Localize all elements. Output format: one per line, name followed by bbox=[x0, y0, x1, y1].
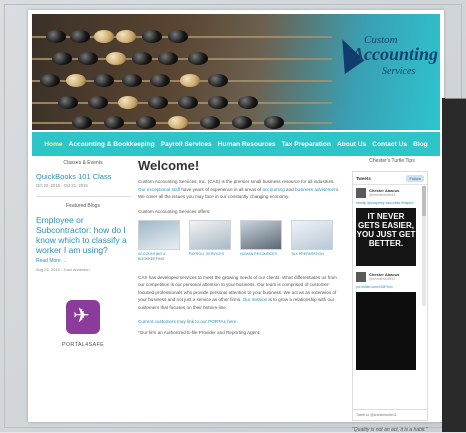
header-banner: Custom Accounting Services bbox=[32, 14, 440, 130]
tweet-link[interactable]: #taxtip #prosperity #success #inspire bbox=[353, 201, 427, 205]
service-image bbox=[240, 219, 282, 250]
right-sidebar: Chester's Turtle Tips Tweets Follow Ches… bbox=[352, 158, 432, 433]
blog-post-link[interactable]: Employee or Subcontractor: how do I know… bbox=[36, 215, 130, 255]
event-link[interactable]: QuickBooks 101 Class bbox=[36, 172, 130, 181]
quote-text: "Quality is not an act, it is a habit." bbox=[352, 427, 428, 433]
twitter-widget: Tweets Follow Chester Abacus @chestertur… bbox=[352, 171, 428, 421]
service-label: TAX PREPARATION bbox=[291, 251, 324, 256]
mission-link[interactable]: Our mission bbox=[243, 297, 268, 302]
portal-link[interactable]: Current customers may link to our PORTAL… bbox=[138, 319, 340, 324]
intro-text: and bbox=[284, 186, 295, 192]
logo-line-2: Accounting bbox=[352, 44, 439, 64]
scrollbar[interactable] bbox=[422, 186, 426, 306]
avatar[interactable] bbox=[356, 272, 366, 282]
tweet-author: Chester Abacus @chesterturtle11 bbox=[353, 185, 427, 201]
service-label: ACCOUNTING & BOOKKEEPING bbox=[138, 251, 166, 261]
services-row: ACCOUNTING & BOOKKEEPING PAYROLL SERVICE… bbox=[138, 219, 340, 262]
company-logo[interactable]: Custom Accounting Services bbox=[327, 32, 438, 88]
tweet-image[interactable]: IT NEVER GETS EASIER, YOU JUST GET BETTE… bbox=[356, 208, 416, 266]
intro-text: Custom Accounting Services, Inc. (CAS) i… bbox=[138, 179, 335, 184]
tweet-image[interactable] bbox=[356, 292, 416, 370]
blogs-heading: Featured Blogs bbox=[66, 203, 100, 209]
main-nav: Home Accounting & Bookkeeping Payroll Se… bbox=[32, 132, 440, 156]
events-heading: Classes & Events bbox=[63, 160, 103, 166]
nav-blog[interactable]: Blog bbox=[413, 141, 428, 148]
nav-human-resources[interactable]: Human Resources bbox=[218, 141, 276, 148]
accounting-link[interactable]: accounting bbox=[263, 187, 285, 192]
business-advisement-link[interactable]: business advisement bbox=[295, 187, 338, 192]
read-more-link[interactable]: Read More → bbox=[36, 258, 130, 264]
tweet-author: Chester Abacus @chesterturtle11 bbox=[353, 269, 427, 285]
service-payroll[interactable]: PAYROLL SERVICES bbox=[189, 219, 234, 262]
avatar[interactable] bbox=[356, 188, 366, 198]
divider bbox=[36, 196, 130, 197]
event-date: Oct 20, 2015 - Oct 21, 2015 bbox=[36, 183, 88, 188]
service-label: HUMAN RESOURCES bbox=[240, 251, 277, 256]
nav-tax-preparation[interactable]: Tax Preparation bbox=[282, 141, 331, 148]
intro-text: have years of experience in all areas of bbox=[180, 186, 263, 192]
main-content: Welcome! Custom Accounting Services, Inc… bbox=[138, 158, 340, 335]
nav-accounting[interactable]: Accounting & Bookkeeping bbox=[69, 141, 155, 148]
nav-payroll[interactable]: Payroll Services bbox=[161, 141, 212, 148]
nav-contact-us[interactable]: Contact Us bbox=[372, 141, 407, 148]
logo-line-3: Services bbox=[382, 66, 416, 77]
tweet-link[interactable]: pic.twitter.com/N3lPhoo bbox=[353, 285, 427, 289]
service-accounting[interactable]: ACCOUNTING & BOOKKEEPING bbox=[138, 219, 183, 262]
service-image bbox=[189, 219, 231, 250]
service-label: PAYROLL SERVICES bbox=[189, 251, 225, 256]
service-image bbox=[291, 219, 333, 250]
intro-paragraph: Custom Accounting Services, Inc. (CAS) i… bbox=[138, 178, 340, 201]
service-human-resources[interactable]: HUMAN RESOURCES bbox=[240, 219, 285, 262]
overlay-window[interactable] bbox=[442, 98, 466, 432]
tweet-user-handle[interactable]: @chesterturtle11 bbox=[369, 193, 399, 197]
staff-link[interactable]: Our exceptional staff bbox=[138, 187, 180, 192]
turtle-tips-heading: Chester's Turtle Tips bbox=[369, 158, 415, 164]
left-sidebar: Classes & Events QuickBooks 101 Class Oc… bbox=[36, 160, 130, 348]
page-title: Welcome! bbox=[138, 158, 200, 173]
offers-label: Custom Accounting Services offers: bbox=[138, 208, 211, 214]
twitter-title: Tweets bbox=[356, 175, 371, 181]
portal-name: PORTAL4SAFE bbox=[61, 342, 105, 348]
about-paragraph: CAS has developed services to meet the g… bbox=[138, 274, 340, 312]
twitter-header: Tweets Follow bbox=[353, 172, 427, 185]
blog-meta: Aug 26, 2015 · Josh Anneston bbox=[36, 267, 90, 272]
nav-about-us[interactable]: About Us bbox=[337, 141, 366, 148]
tweet-user-handle[interactable]: @chesterturtle11 bbox=[369, 277, 399, 281]
service-image bbox=[138, 219, 180, 250]
service-tax[interactable]: TAX PREPARATION bbox=[291, 219, 336, 262]
nav-home[interactable]: Home bbox=[44, 141, 62, 148]
tweet-input[interactable]: Tweet to @chesterturtle11 bbox=[353, 409, 427, 420]
follow-button[interactable]: Follow bbox=[406, 174, 424, 182]
authorized-note: *Our firm an Authorized E-file Provider … bbox=[138, 330, 261, 335]
portal-logo-icon[interactable]: ✈ bbox=[66, 300, 100, 334]
